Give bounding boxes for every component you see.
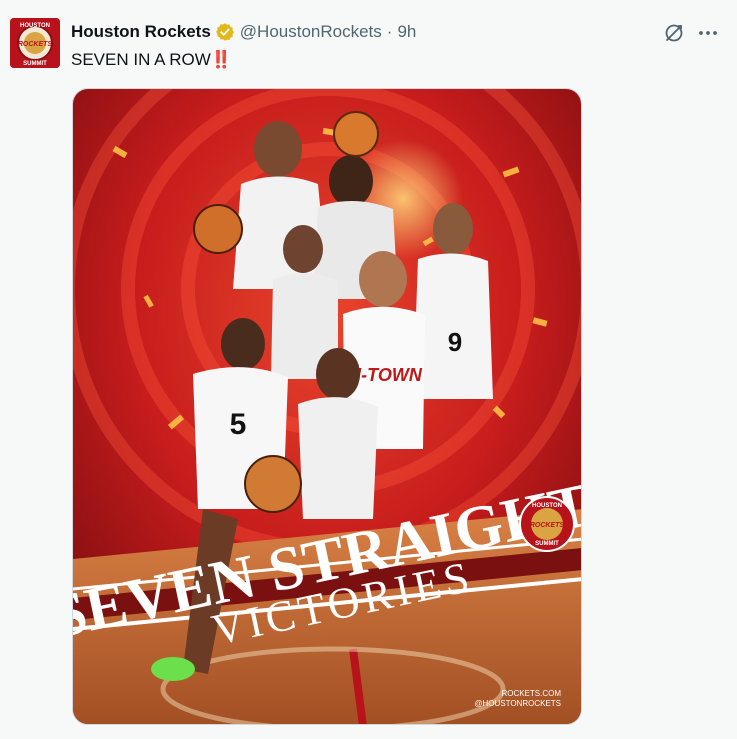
author-handle[interactable]: @HoustonRockets	[240, 22, 382, 42]
badge-top: HOUSTON	[532, 503, 562, 509]
svg-text:9: 9	[448, 327, 462, 357]
verified-badge-icon[interactable]	[215, 22, 235, 42]
credit-handle: @HOUSTONROCKETS	[474, 699, 561, 708]
summit-badge: HOUSTON ROCKETS SUMMIT	[519, 496, 575, 552]
avatar-bottom-text: SUMMIT	[23, 61, 47, 67]
credit-site: ROCKETS.COM	[501, 689, 561, 698]
tweet-text-content: SEVEN IN A ROW	[71, 50, 211, 69]
badge-mid: ROCKETS	[530, 522, 565, 529]
tweet[interactable]: HOUSTON ROCKETS SUMMIT Houston Rockets @…	[0, 0, 737, 739]
author-name[interactable]: Houston Rockets	[71, 22, 211, 42]
tweet-image[interactable]: 9 H-TOWN 5 SEVEN STRAIGHT VICTORIES HOUS…	[72, 88, 582, 725]
grok-icon[interactable]	[662, 21, 686, 45]
separator: ·	[386, 22, 393, 41]
avatar[interactable]: HOUSTON ROCKETS SUMMIT	[10, 18, 60, 68]
avatar-top-text: HOUSTON	[20, 23, 50, 29]
avatar-middle-text: ROCKETS	[18, 41, 53, 48]
badge-bottom: SUMMIT	[535, 541, 559, 547]
timestamp[interactable]: 9h	[397, 22, 416, 42]
more-icon[interactable]	[696, 21, 720, 45]
tweet-header: Houston Rockets @HoustonRockets · 9h	[71, 20, 416, 44]
tweet-text: SEVEN IN A ROW‼️	[71, 48, 232, 72]
svg-text:5: 5	[230, 408, 247, 441]
double-exclamation-emoji: ‼️	[210, 50, 232, 69]
